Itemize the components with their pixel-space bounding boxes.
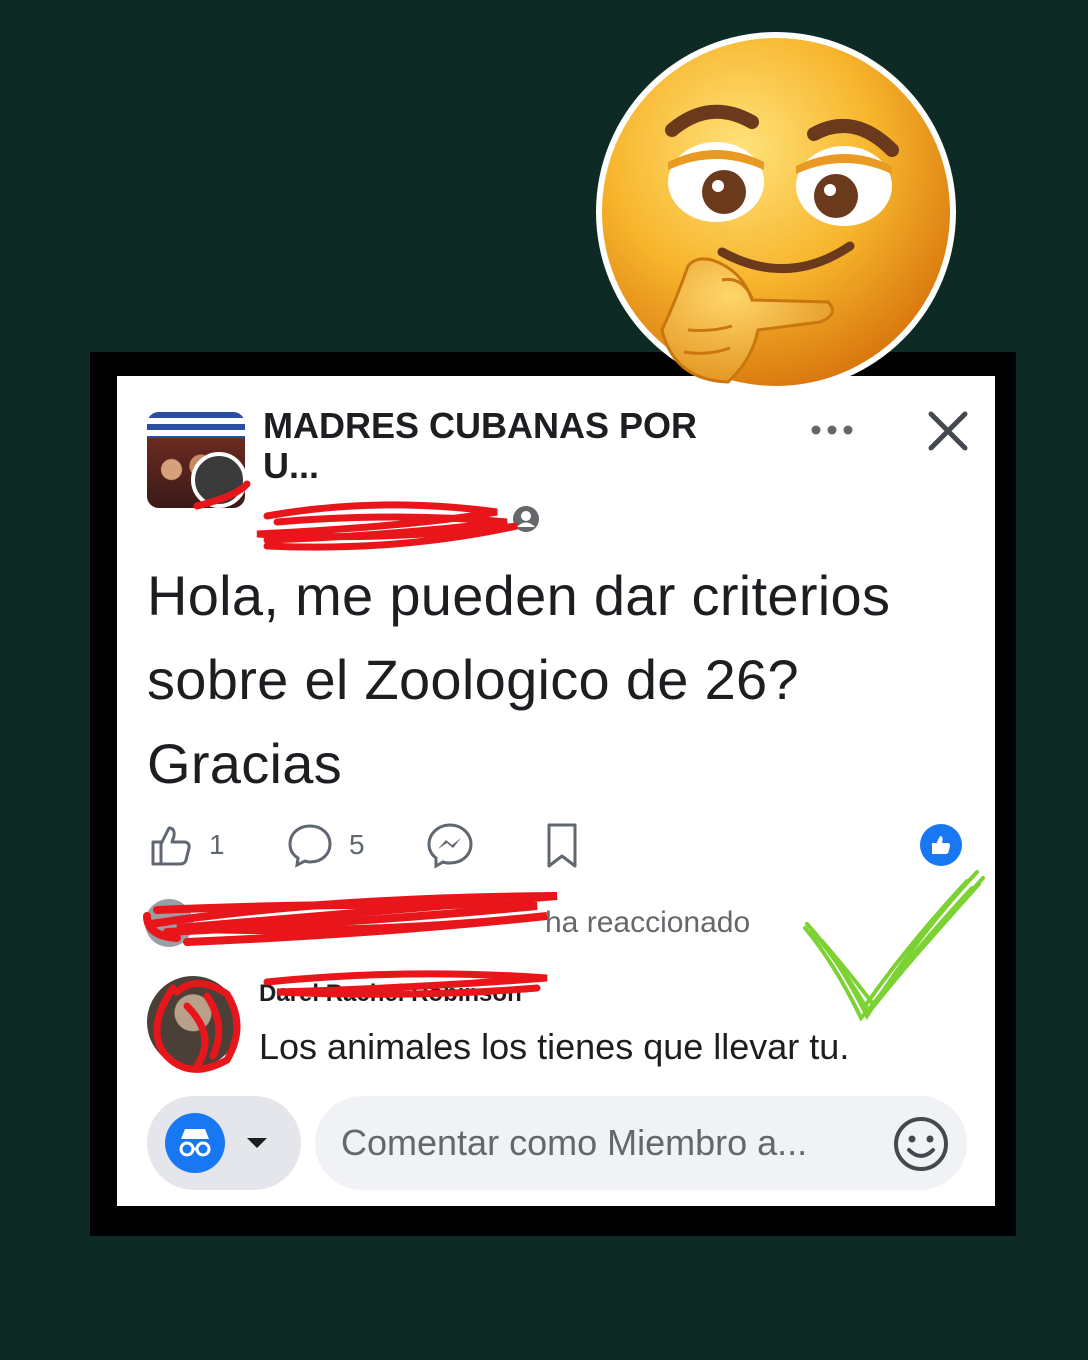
comment-count: 5: [349, 829, 365, 860]
like-button[interactable]: 1: [145, 820, 225, 870]
comment-button[interactable]: 5: [285, 820, 365, 870]
comment-text: Los animales los tienes que llevar tu.: [259, 1026, 850, 1067]
reaction-summary: ha reaccionado: [145, 898, 845, 948]
thumbs-up-icon: [932, 836, 951, 854]
thumbs-up-icon: [151, 826, 191, 866]
commenter-avatar[interactable]: [147, 976, 239, 1068]
members-privacy-icon: [513, 506, 540, 532]
post-time: h ·: [473, 505, 502, 532]
more-options-icon[interactable]: [807, 416, 857, 444]
emoji-picker-icon[interactable]: [891, 1114, 951, 1174]
messenger-icon: [427, 823, 473, 869]
comment-author[interactable]: Darel Rachel Robinson: [259, 980, 522, 1008]
save-button[interactable]: [537, 820, 587, 870]
comment-input[interactable]: Comentar como Miembro a...: [315, 1096, 967, 1190]
comment-bubble-icon: [288, 824, 332, 868]
reacted-text: ha reaccionado: [545, 906, 751, 939]
like-reaction-badge[interactable]: [920, 824, 962, 866]
post-meta: h ·: [263, 504, 541, 534]
anonymous-member-icon: [165, 1113, 225, 1173]
author-avatar[interactable]: [191, 452, 247, 508]
bookmark-icon: [547, 823, 577, 868]
action-bar: 1 5: [145, 820, 965, 876]
chevron-down-icon: [247, 1138, 267, 1148]
like-count: 1: [209, 829, 225, 860]
identity-switcher[interactable]: [147, 1096, 301, 1190]
thinking-face-emoji: [596, 32, 956, 392]
post-text: Hola, me pueden dar criterios sobre el Z…: [147, 564, 891, 795]
group-name[interactable]: MADRES CUBANAS POR U...: [263, 406, 763, 486]
close-icon[interactable]: [925, 408, 971, 454]
post-card: MADRES CUBANAS POR U... h · Hola, me pue…: [117, 376, 995, 1206]
reactor-avatar: [145, 899, 193, 947]
messenger-share-button[interactable]: [425, 820, 475, 870]
